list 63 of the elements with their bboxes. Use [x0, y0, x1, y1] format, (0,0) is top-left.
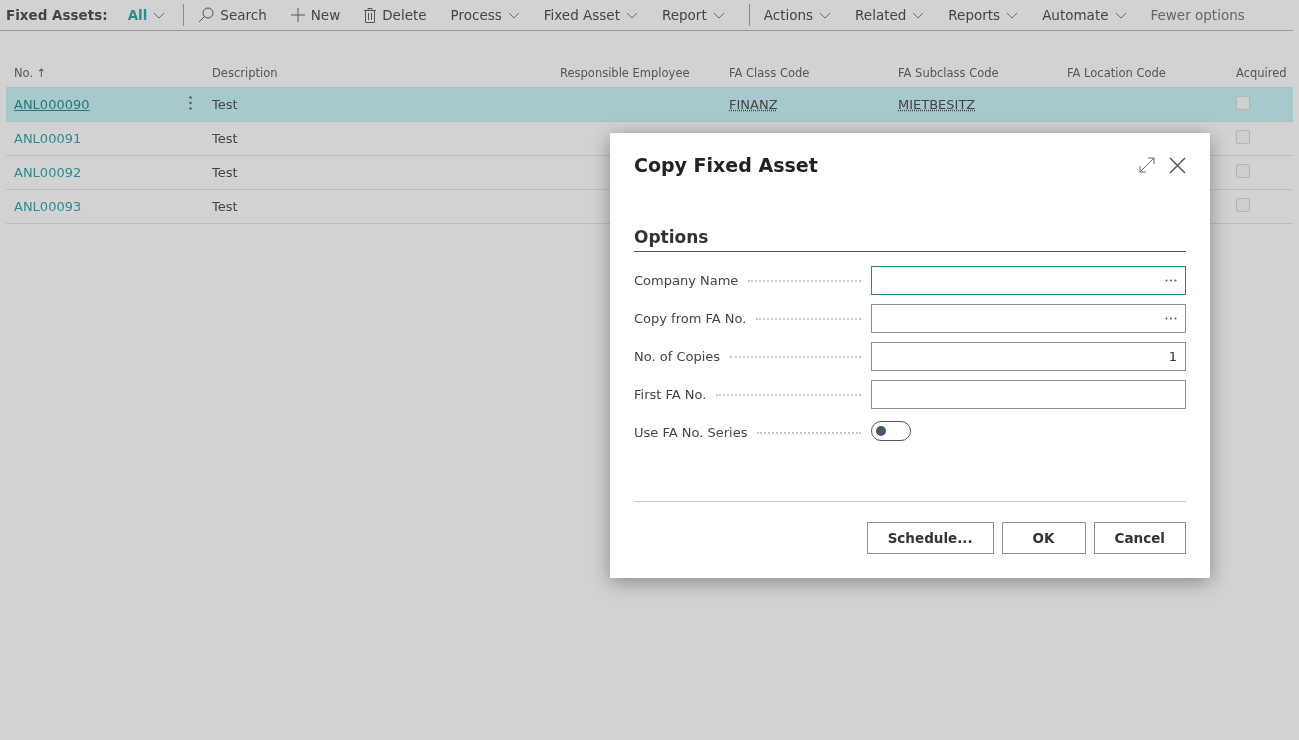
lookup-field[interactable]	[871, 304, 1186, 333]
menu-button[interactable]: Report	[661, 7, 725, 23]
more-icon	[1165, 279, 1177, 282]
field-label: Use FA No. Series	[634, 425, 748, 440]
input-field[interactable]: 1	[871, 342, 1186, 371]
more-icon	[1165, 317, 1177, 320]
more-vertical-icon	[189, 96, 192, 110]
menu-button[interactable]: Actions	[763, 7, 832, 23]
search-icon	[198, 7, 215, 23]
column-header[interactable]: Acquired	[1236, 66, 1287, 80]
dialog-button[interactable]: OK	[1001, 522, 1086, 554]
delete-button[interactable]: Delete	[364, 7, 427, 23]
menu-button[interactable]: Reports	[948, 7, 1019, 23]
field-label: No. of Copies	[634, 349, 721, 364]
field-label: Copy from FA No.	[634, 311, 747, 326]
table-cell: Test	[212, 97, 238, 112]
column-header[interactable]: No. ↑	[14, 66, 47, 80]
dialog-button[interactable]: Schedule...	[866, 522, 994, 554]
menu-button[interactable]: Process	[450, 7, 520, 23]
search-button[interactable]: Search	[198, 7, 267, 23]
table-cell: FINANZ	[729, 97, 778, 112]
table-cell: Test	[212, 131, 238, 146]
chevron-down-icon	[819, 11, 832, 19]
chevron-down-icon	[153, 11, 166, 19]
input-field[interactable]	[871, 380, 1186, 409]
new-button[interactable]: New	[290, 7, 341, 23]
toggle-switch[interactable]	[871, 421, 911, 441]
table-cell: Test	[212, 199, 238, 214]
close-button[interactable]	[1169, 156, 1186, 174]
chevron-down-icon	[912, 11, 925, 19]
section-heading: Options	[634, 227, 1186, 252]
column-header[interactable]: Description	[212, 66, 278, 80]
checkbox[interactable]	[1236, 198, 1250, 212]
dialog-button[interactable]: Cancel	[1093, 522, 1186, 554]
close-icon	[1169, 156, 1186, 174]
chevron-down-icon	[1114, 11, 1127, 19]
column-header[interactable]: FA Class Code	[729, 66, 810, 80]
field-label: First FA No.	[634, 387, 707, 402]
column-header[interactable]: FA Location Code	[1067, 66, 1166, 80]
menu-button[interactable]: Related	[855, 7, 925, 23]
lookup-field[interactable]	[871, 266, 1186, 295]
trash-icon	[364, 7, 377, 23]
expand-button[interactable]	[1139, 157, 1155, 173]
table-cell: Test	[212, 165, 238, 180]
menu-button[interactable]: Automate	[1042, 7, 1127, 23]
chevron-down-icon	[1006, 11, 1019, 19]
checkbox[interactable]	[1236, 130, 1250, 144]
column-header[interactable]: Responsible Employee	[560, 66, 690, 80]
dialog-title: Copy Fixed Asset	[634, 154, 818, 176]
chevron-down-icon	[625, 11, 638, 19]
menu-button[interactable]: Fixed Asset	[543, 7, 638, 23]
table-row[interactable]: ANL000090 Test FINANZ MIETBESITZ	[6, 87, 1293, 122]
checkbox[interactable]	[1236, 164, 1250, 178]
chevron-down-icon	[507, 11, 520, 19]
expand-icon	[1139, 157, 1155, 173]
chevron-down-icon	[712, 11, 725, 19]
page-title: Fixed Assets:	[6, 7, 108, 23]
column-header[interactable]: FA Subclass Code	[898, 66, 999, 80]
fewer-options-link[interactable]: Fewer options	[1150, 7, 1245, 23]
field-label: Company Name	[634, 273, 739, 288]
table-cell: MIETBESITZ	[898, 97, 976, 112]
plus-icon	[290, 8, 305, 22]
checkbox[interactable]	[1236, 96, 1250, 110]
